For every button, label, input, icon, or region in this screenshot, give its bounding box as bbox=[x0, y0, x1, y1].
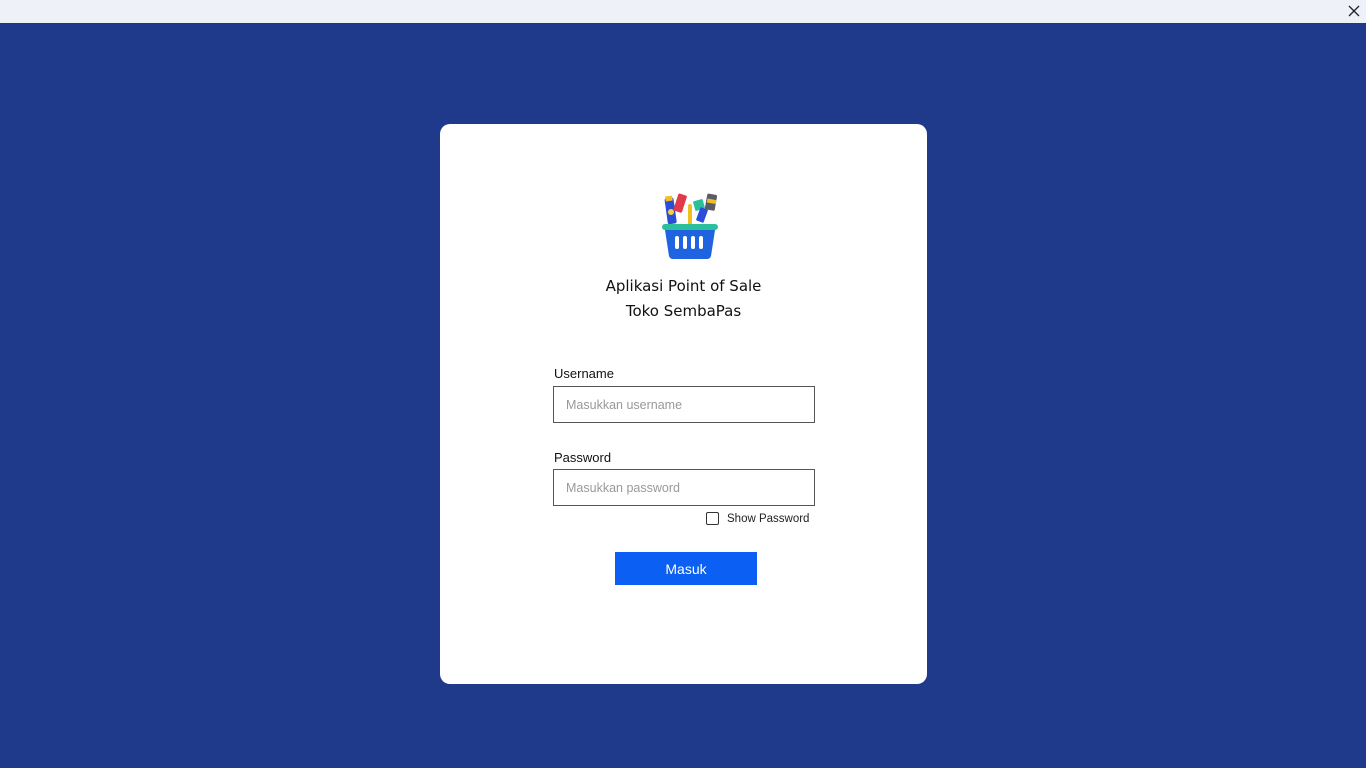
username-input[interactable] bbox=[553, 386, 815, 423]
close-icon bbox=[1348, 5, 1360, 17]
close-button[interactable] bbox=[1342, 0, 1366, 22]
password-input[interactable] bbox=[553, 469, 815, 506]
title-bar bbox=[0, 0, 1366, 23]
show-password-toggle[interactable]: Show Password bbox=[706, 512, 809, 525]
login-button[interactable]: Masuk bbox=[615, 552, 757, 585]
app-title: Aplikasi Point of Sale bbox=[605, 277, 762, 295]
show-password-checkbox[interactable] bbox=[706, 512, 719, 525]
show-password-label: Show Password bbox=[727, 512, 810, 525]
username-label: Username bbox=[554, 366, 614, 381]
login-card: Aplikasi Point of Sale Toko SembaPas Use… bbox=[440, 124, 927, 684]
store-name: Toko SembaPas bbox=[625, 302, 742, 320]
shopping-basket-icon bbox=[662, 193, 718, 259]
password-label: Password bbox=[554, 450, 612, 465]
